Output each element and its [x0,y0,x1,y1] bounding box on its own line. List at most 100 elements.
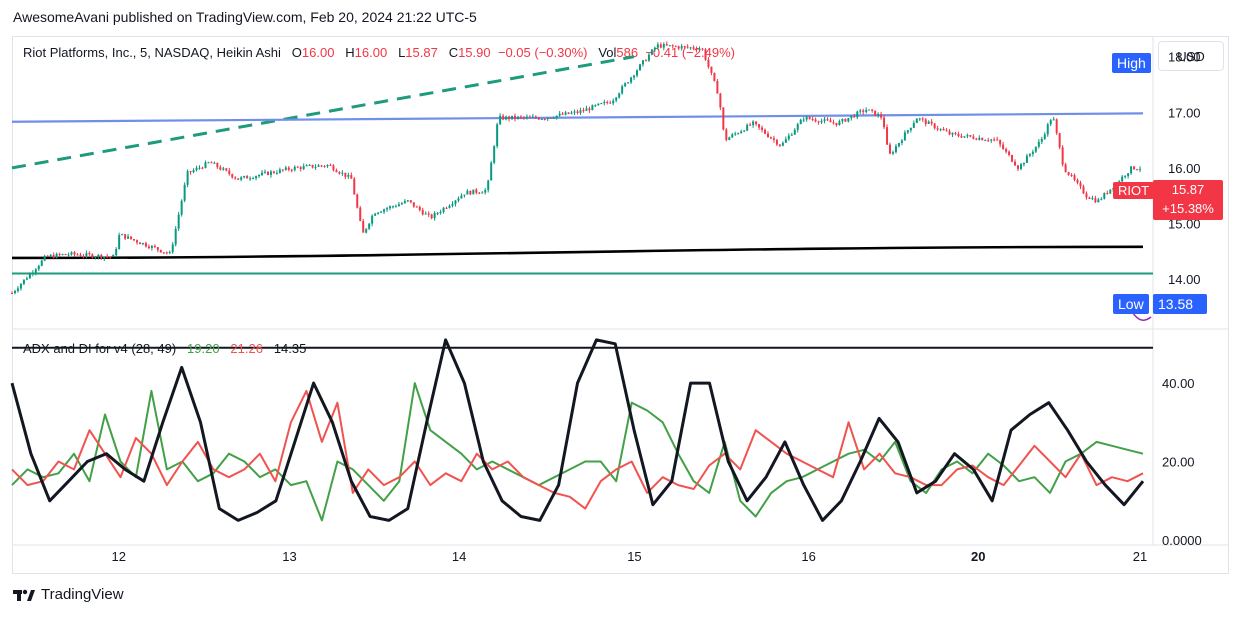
candle-body [1070,174,1073,176]
candle-body [502,115,505,120]
candle-body [1043,134,1046,139]
candle-body [978,137,981,140]
candle-body [216,162,219,168]
candle-body [231,174,234,178]
trend-line[interactable] [11,55,635,170]
candle-body [636,70,639,76]
candle-body [606,101,609,103]
candle-body [722,107,725,130]
adx-axis[interactable]: 40.00 20.00 0.0000 [1162,376,1202,548]
price-axis[interactable]: 18.0017.0016.0015.0014.00 [1168,50,1201,287]
candle-body [909,127,912,131]
candle-body [46,255,49,257]
candle-body [362,220,365,233]
candle-body [323,165,326,167]
candle-body [290,169,293,171]
price-pane[interactable] [11,41,1153,295]
price-tick-label: 16.00 [1168,161,1201,176]
tradingview-logo[interactable]: TradingView [13,586,124,603]
candle-body [1028,154,1031,156]
candle-body [826,119,829,121]
adx-pane[interactable] [10,338,1153,522]
candle-body [647,54,650,61]
time-tick-label: 16 [801,549,815,564]
di-plus-line[interactable] [11,382,1144,522]
candle-body [258,174,261,177]
candle-body [698,48,701,50]
candle-body [418,206,421,211]
candle-body [192,170,195,173]
candle-body [710,66,713,73]
candle-body [263,171,266,173]
candle-body [713,72,716,82]
candle-body [180,200,183,215]
high-badge: High [1112,53,1151,73]
candle-body [906,130,909,133]
chart-svg[interactable]: 18.0017.0016.0015.0014.00 40.0020.000.00… [0,0,1243,617]
candle-body [999,140,1002,145]
adx-line[interactable] [10,338,1145,522]
candle-body [957,133,960,137]
candle-body [383,209,386,212]
candle-body [761,127,764,130]
candle-body [1091,198,1094,200]
candle-body [734,133,737,135]
black-moving-average[interactable] [11,245,1144,260]
candle-body [16,288,19,291]
candle-body [34,269,37,273]
candle-body [156,247,159,250]
candle-body [311,164,314,168]
candle-body [475,189,478,193]
candle-body [150,245,153,249]
candle-body [403,200,406,204]
candle-body [1046,124,1049,135]
candle-body [302,166,305,169]
candle-body [671,45,674,47]
candle-body [430,214,433,219]
candle-body [1103,192,1106,199]
candle-body [439,211,442,214]
candle-body [305,165,308,167]
candle-body [644,60,647,62]
brand-label: TradingView [41,586,124,603]
candle-body [1136,169,1139,171]
time-axis[interactable]: 12 13 14 15 16 20 21 [111,549,1147,564]
time-tick-label: 12 [111,549,125,564]
candle-body [91,254,94,258]
candle-body [650,49,653,55]
candle-body [564,112,567,115]
candle-body [862,110,865,112]
candle-body [656,44,659,48]
candle-body [728,137,731,140]
candle-body [171,244,174,253]
candle-body [981,137,984,141]
candle-body [424,213,427,215]
candle-body [784,139,787,143]
blue-moving-average[interactable] [11,112,1144,123]
candle-body [570,112,573,114]
candle-body [844,118,847,122]
candle-body [451,203,454,206]
candle-body [222,168,225,170]
candle-body [1025,155,1028,163]
candle-body [948,131,951,135]
candle-body [124,234,127,239]
candle-body [856,111,859,118]
candle-body [272,171,275,173]
candle-body [1100,198,1103,200]
candle-body [987,140,990,142]
di-minus-line[interactable] [11,389,1144,510]
candle-body [897,143,900,147]
candle-body [942,128,945,131]
candle-body [463,194,466,196]
indicator-name[interactable]: ADX and DI for v4 (28, 49) [23,341,176,356]
candle-body [588,108,591,111]
candle-body [886,127,889,145]
candle-body [52,255,55,258]
candle-body [618,93,621,98]
candle-body [519,116,522,118]
time-tick-label: 20 [971,549,985,564]
candle-body [79,254,82,256]
candle-body [883,117,886,128]
candle-body [585,108,588,111]
